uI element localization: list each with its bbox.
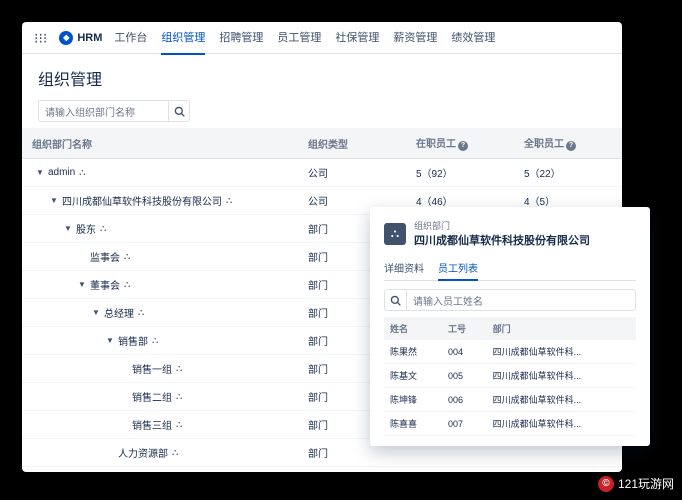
employee-table: 姓名 工号 部门 陈果然004四川成都仙草软件科...陈基文005四川成都仙草软… xyxy=(384,317,636,436)
nav-item-5[interactable]: 薪资管理 xyxy=(393,22,437,55)
org-name: 销售二组 xyxy=(132,389,172,404)
nav-item-1[interactable]: 组织管理 xyxy=(161,22,205,55)
brand[interactable]: ◆ HRM xyxy=(59,31,102,45)
col-name: 组织部门名称 xyxy=(22,128,298,159)
org-name: 总经理 xyxy=(104,305,134,320)
org-search-button[interactable] xyxy=(168,100,190,122)
col-type: 组织类型 xyxy=(298,128,406,159)
table-row[interactable]: 陈喜喜007四川成都仙草软件科... xyxy=(384,412,636,436)
org-name: 监事会 xyxy=(90,249,120,264)
org-icon: ⛬ xyxy=(124,279,130,290)
col-fulltime: 全职员工? xyxy=(514,128,622,159)
tab-0[interactable]: 详细资料 xyxy=(384,256,424,280)
detail-panel: ⛬ 组织部门 四川成都仙草软件科技股份有限公司 详细资料员工列表 请输入员工姓名… xyxy=(370,207,650,446)
emp-dept: 四川成都仙草软件科... xyxy=(487,364,636,388)
nav-item-4[interactable]: 社保管理 xyxy=(335,22,379,55)
org-name: 销售一组 xyxy=(132,361,172,376)
org-name: 人力资源部 xyxy=(118,445,168,460)
emp-dept: 四川成都仙草软件科... xyxy=(487,388,636,412)
org-icon: ⛬ xyxy=(152,335,158,346)
org-name: 销售三组 xyxy=(132,417,172,432)
emp-code: 006 xyxy=(442,388,487,412)
org-icon: ⛬ xyxy=(79,167,85,178)
emp-dept: 四川成都仙草软件科... xyxy=(487,340,636,364)
tab-1[interactable]: 员工列表 xyxy=(438,256,478,281)
nav-item-0[interactable]: 工作台 xyxy=(114,22,147,55)
org-icon: ⛬ xyxy=(100,223,106,234)
emp-name: 陈基文 xyxy=(384,364,442,388)
org-icon: ⛬ xyxy=(176,363,182,374)
org-type: 公司 xyxy=(298,159,406,187)
detail-title: 四川成都仙草软件科技股份有限公司 xyxy=(414,232,590,248)
employee-search-input[interactable]: 请输入员工姓名 xyxy=(406,289,636,311)
watermark-logo-icon: © xyxy=(598,476,614,492)
emp-code: 007 xyxy=(442,412,487,436)
page-title: 组织管理 xyxy=(38,66,606,90)
chevron-down-icon[interactable]: ▼ xyxy=(78,280,86,289)
col-emp-name: 姓名 xyxy=(384,317,442,340)
col-emp-dept: 部门 xyxy=(487,317,636,340)
employee-search-button[interactable] xyxy=(384,289,406,311)
org-avatar-icon: ⛬ xyxy=(384,223,406,245)
org-search-input[interactable]: 请输入组织部门名称 xyxy=(38,100,168,122)
chevron-down-icon[interactable]: ▼ xyxy=(50,196,58,205)
table-row[interactable]: 陈坤锋006四川成都仙草软件科... xyxy=(384,388,636,412)
top-nav: ⁝⁝⁝ ◆ HRM 工作台组织管理招聘管理员工管理社保管理薪资管理绩效管理 xyxy=(22,22,622,54)
chevron-down-icon[interactable]: ▼ xyxy=(92,308,100,317)
org-onduty: 5（92） xyxy=(406,159,514,187)
chevron-down-icon[interactable]: ▼ xyxy=(36,168,44,177)
table-row[interactable]: ▼ admin ⛬ 公司5（92）5（22） xyxy=(22,159,622,187)
org-icon: ⛬ xyxy=(138,307,144,318)
watermark-text: 121玩游网 xyxy=(618,475,674,492)
detail-breadcrumb: 组织部门 xyxy=(414,219,590,232)
help-icon[interactable]: ? xyxy=(458,141,468,151)
org-icon: ⛬ xyxy=(226,195,232,206)
org-icon: ⛬ xyxy=(124,251,130,262)
org-icon: ⛬ xyxy=(172,447,178,458)
search-icon xyxy=(390,295,401,306)
org-icon: ⛬ xyxy=(176,419,182,430)
brand-name: HRM xyxy=(77,32,102,44)
brand-logo-icon: ◆ xyxy=(59,31,73,45)
nav-item-3[interactable]: 员工管理 xyxy=(277,22,321,55)
org-name: admin xyxy=(48,167,75,178)
search-icon xyxy=(174,106,185,117)
col-onduty: 在职员工? xyxy=(406,128,514,159)
col-emp-code: 工号 xyxy=(442,317,487,340)
chevron-down-icon[interactable]: ▼ xyxy=(106,336,114,345)
org-icon: ⛬ xyxy=(176,391,182,402)
page-header: 组织管理 请输入组织部门名称 xyxy=(22,54,622,128)
org-name: 四川成都仙草软件科技股份有限公司 xyxy=(62,193,222,208)
org-name: 销售部 xyxy=(118,333,148,348)
app-switcher-icon[interactable]: ⁝⁝⁝ xyxy=(34,31,47,45)
nav-item-6[interactable]: 绩效管理 xyxy=(451,22,495,55)
org-fulltime: 5（22） xyxy=(514,159,622,187)
chevron-down-icon[interactable]: ▼ xyxy=(64,224,72,233)
org-name: 董事会 xyxy=(90,277,120,292)
emp-dept: 四川成都仙草软件科... xyxy=(487,412,636,436)
emp-name: 陈喜喜 xyxy=(384,412,442,436)
emp-code: 004 xyxy=(442,340,487,364)
watermark: © 121玩游网 xyxy=(598,475,674,492)
table-row[interactable]: 陈基文005四川成都仙草软件科... xyxy=(384,364,636,388)
emp-name: 陈果然 xyxy=(384,340,442,364)
nav-item-2[interactable]: 招聘管理 xyxy=(219,22,263,55)
table-row[interactable]: 陈果然004四川成都仙草软件科... xyxy=(384,340,636,364)
help-icon[interactable]: ? xyxy=(566,141,576,151)
emp-name: 陈坤锋 xyxy=(384,388,442,412)
org-name: 股东 xyxy=(76,221,96,236)
emp-code: 005 xyxy=(442,364,487,388)
